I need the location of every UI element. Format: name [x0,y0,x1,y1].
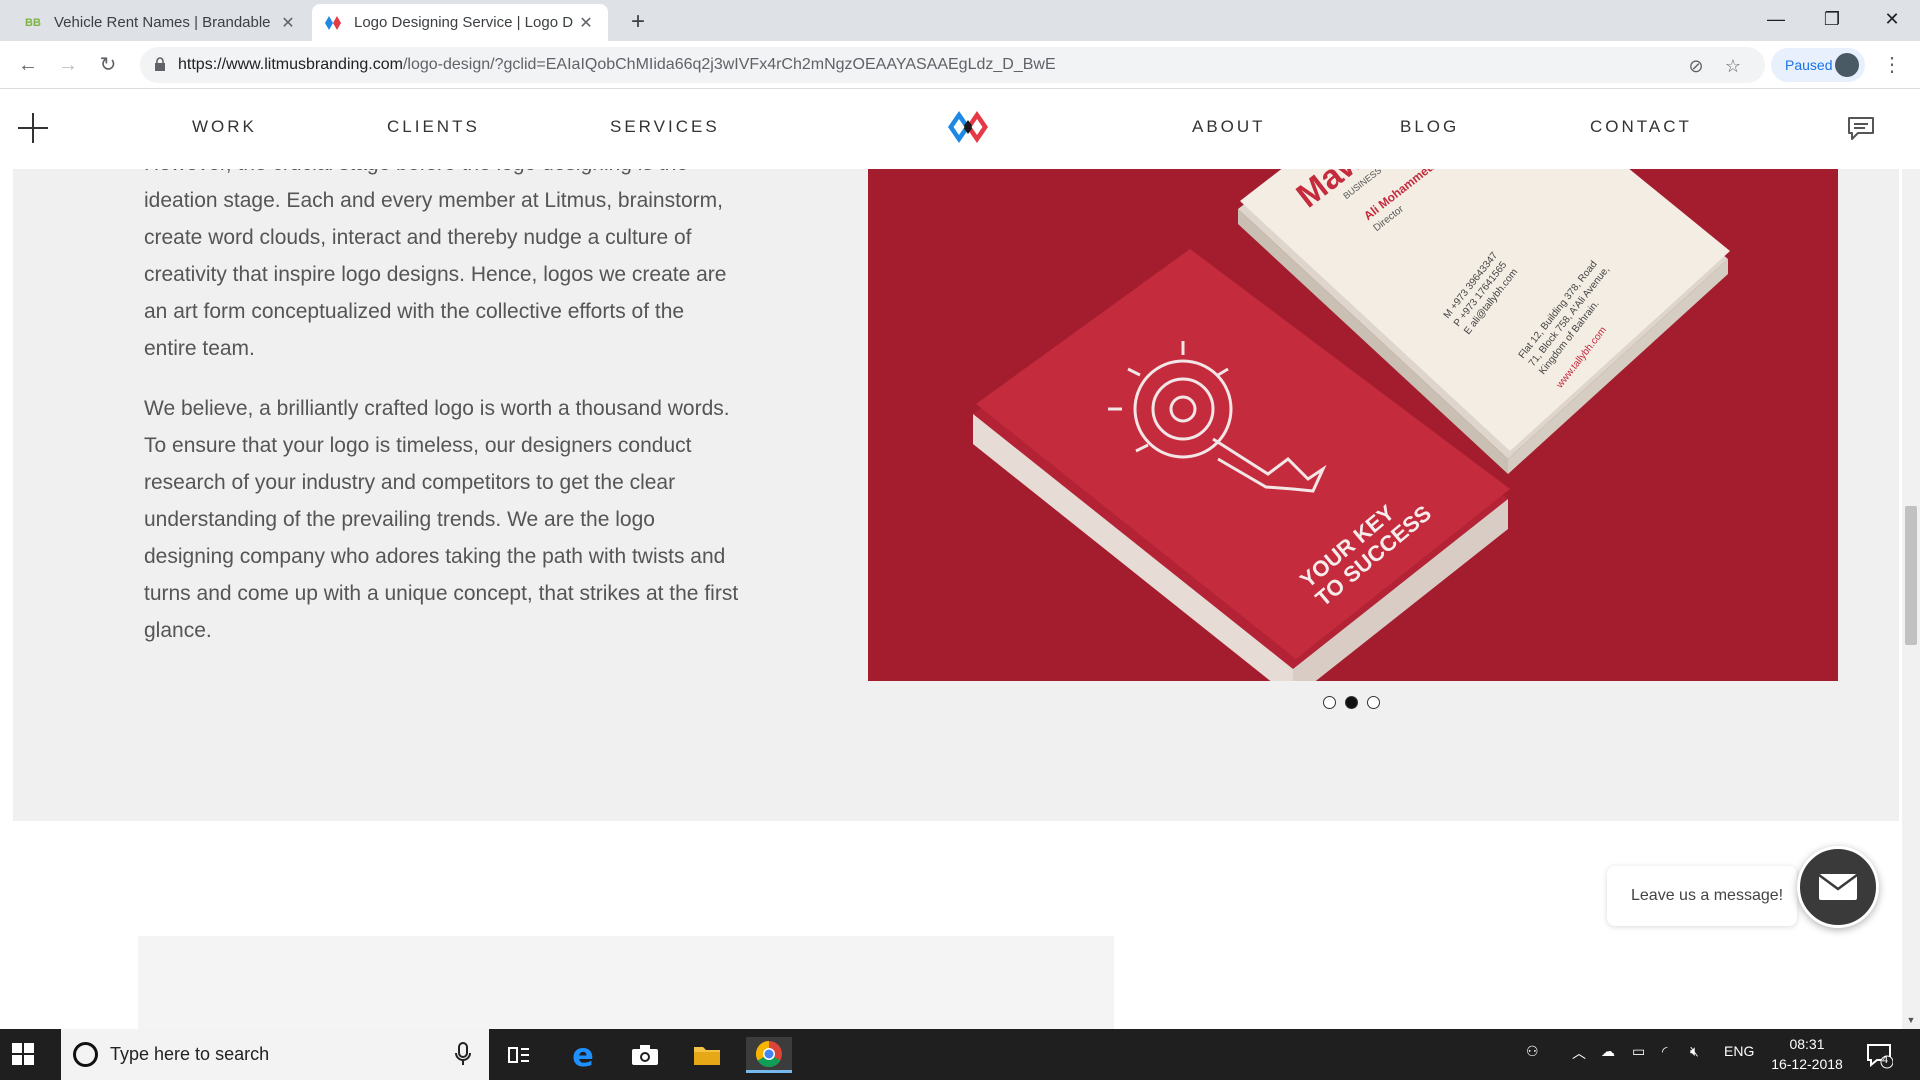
file-explorer-icon[interactable] [684,1037,730,1073]
url-text: https://www.litmusbranding.com/logo-desi… [178,56,1056,73]
paragraph-line: To ensure that your logo is timeless, ou… [144,434,692,457]
content-section: However, the crucial stage before the lo… [13,152,1899,821]
tab-strip: BB Vehicle Rent Names | Brandable ✕ Logo… [0,0,1920,41]
address-bar[interactable]: https://www.litmusbranding.com/logo-desi… [140,47,1765,83]
clock-time: 08:31 [1789,1036,1825,1052]
carousel-dot-3[interactable] [1367,696,1380,709]
tab-title: Vehicle Rent Names | Brandable [54,14,271,31]
leave-message-bubble[interactable]: Leave us a message! [1607,866,1797,926]
paragraph-line: ideation stage. Each and every member at… [144,189,723,212]
blocked-popup-icon[interactable]: ⊘ [1686,56,1706,76]
carousel-dot-1[interactable] [1323,696,1336,709]
notification-count: 4 [1882,1054,1889,1066]
microphone-icon[interactable] [455,1042,471,1066]
system-clock[interactable]: 08:31 16-12-2018 [1762,1034,1852,1074]
new-tab-button[interactable]: + [624,8,652,36]
language-indicator[interactable]: ENG [1724,1043,1754,1059]
paragraph-line: an art form conceptualized with the coll… [144,300,685,323]
lower-content-block [138,936,1114,1029]
paragraph-line: designing company who adores taking the … [144,545,726,568]
reload-icon[interactable]: ↻ [94,51,122,79]
search-placeholder: Type here to search [110,1044,270,1064]
paragraph-belief: We believe, a brilliantly crafted logo i… [144,390,784,649]
profile-paused-button[interactable]: Paused [1771,48,1865,82]
scrollbar-thumb[interactable] [1905,506,1917,645]
windows-start-icon[interactable] [12,1043,34,1065]
edge-browser-icon[interactable]: e [560,1036,606,1074]
paragraph-line: entire team. [144,337,255,360]
message-launcher-button[interactable] [1797,846,1879,928]
battery-icon[interactable]: ▭ [1632,1043,1645,1060]
lock-icon [155,57,165,71]
nav-contact[interactable]: CONTACT [1590,117,1692,137]
windows-taskbar: Type here to search e ⚇ ︿ ☁ ▭ ◜ 🔇︎ ENG 0… [0,1029,1920,1080]
minimize-button[interactable]: — [1748,0,1804,41]
profile-status-label: Paused [1785,57,1833,73]
nav-about[interactable]: ABOUT [1192,117,1266,137]
task-view-icon[interactable] [496,1037,542,1073]
tab-title: Logo Designing Service | Logo D [354,14,574,31]
clock-date: 16-12-2018 [1771,1056,1843,1072]
close-tab-icon[interactable]: ✕ [278,13,298,33]
people-icon[interactable]: ⚇ [1526,1043,1539,1060]
wifi-icon[interactable]: ◜ [1662,1043,1667,1060]
cortana-icon [73,1042,98,1067]
paragraph-line: research of your industry and competitor… [144,471,676,494]
brandable-favicon-icon: BB [25,16,41,29]
close-window-button[interactable]: ✕ [1864,0,1920,41]
volume-muted-icon[interactable]: 🔇︎ [1690,1043,1699,1060]
taskbar-search[interactable]: Type here to search [61,1029,489,1080]
litmus-favicon-icon [324,14,342,32]
bookmark-star-icon[interactable]: ☆ [1723,56,1743,76]
paragraph-line: We believe, a brilliantly crafted logo i… [144,397,730,420]
carousel-dot-2[interactable] [1345,696,1358,709]
paragraph-line: create word clouds, interact and thereby… [144,226,692,249]
scroll-down-icon[interactable]: ▼ [1905,1015,1917,1025]
close-tab-icon[interactable]: ✕ [576,13,596,33]
tab-vehicle-rent[interactable]: BB Vehicle Rent Names | Brandable ✕ [12,4,310,41]
chat-prompt-text: Leave us a message! [1631,887,1784,904]
onedrive-icon[interactable]: ☁ [1601,1043,1615,1060]
paragraph-ideation: However, the crucial stage before the lo… [144,145,784,367]
browser-toolbar: ← → ↻ https://www.litmusbranding.com/log… [0,41,1920,89]
paragraph-line: understanding of the prevailing trends. … [144,508,655,531]
chrome-taskbar-icon[interactable] [746,1037,792,1073]
nav-services[interactable]: SERVICES [610,117,720,137]
page-scrollbar[interactable]: ▼ [1902,169,1920,1029]
paragraph-line: turns and come up with a unique concept,… [144,582,739,605]
site-navbar: WORK CLIENTS SERVICES ABOUT BLOG CONTACT [0,89,1920,169]
back-icon[interactable]: ← [14,51,42,79]
paragraph-line: glance. [144,619,212,642]
show-hidden-icons[interactable]: ︿ [1572,1043,1586,1063]
carousel-dots [1323,696,1380,709]
paragraph-line: creativity that inspire logo designs. He… [144,263,727,286]
tab-logo-designing[interactable]: Logo Designing Service | Logo D ✕ [312,4,608,41]
nav-clients[interactable]: CLIENTS [387,117,480,137]
restore-button[interactable]: ❐ [1804,0,1860,41]
avatar [1835,53,1859,77]
chrome-menu-icon[interactable]: ⋮ [1882,53,1902,77]
action-center-icon[interactable]: 4 [1865,1041,1894,1069]
litmus-logo-icon[interactable] [946,109,990,145]
forward-icon[interactable]: → [54,51,82,79]
nav-work[interactable]: WORK [192,117,257,137]
camera-app-icon[interactable] [622,1037,668,1073]
nav-blog[interactable]: BLOG [1400,117,1459,137]
plus-menu-icon[interactable] [18,113,48,143]
chat-bubble-icon[interactable] [1846,114,1876,142]
envelope-icon [1818,873,1858,900]
business-card-photo: Mawa BUSINESS SOLU Ali Mohammed Director… [868,169,1838,681]
